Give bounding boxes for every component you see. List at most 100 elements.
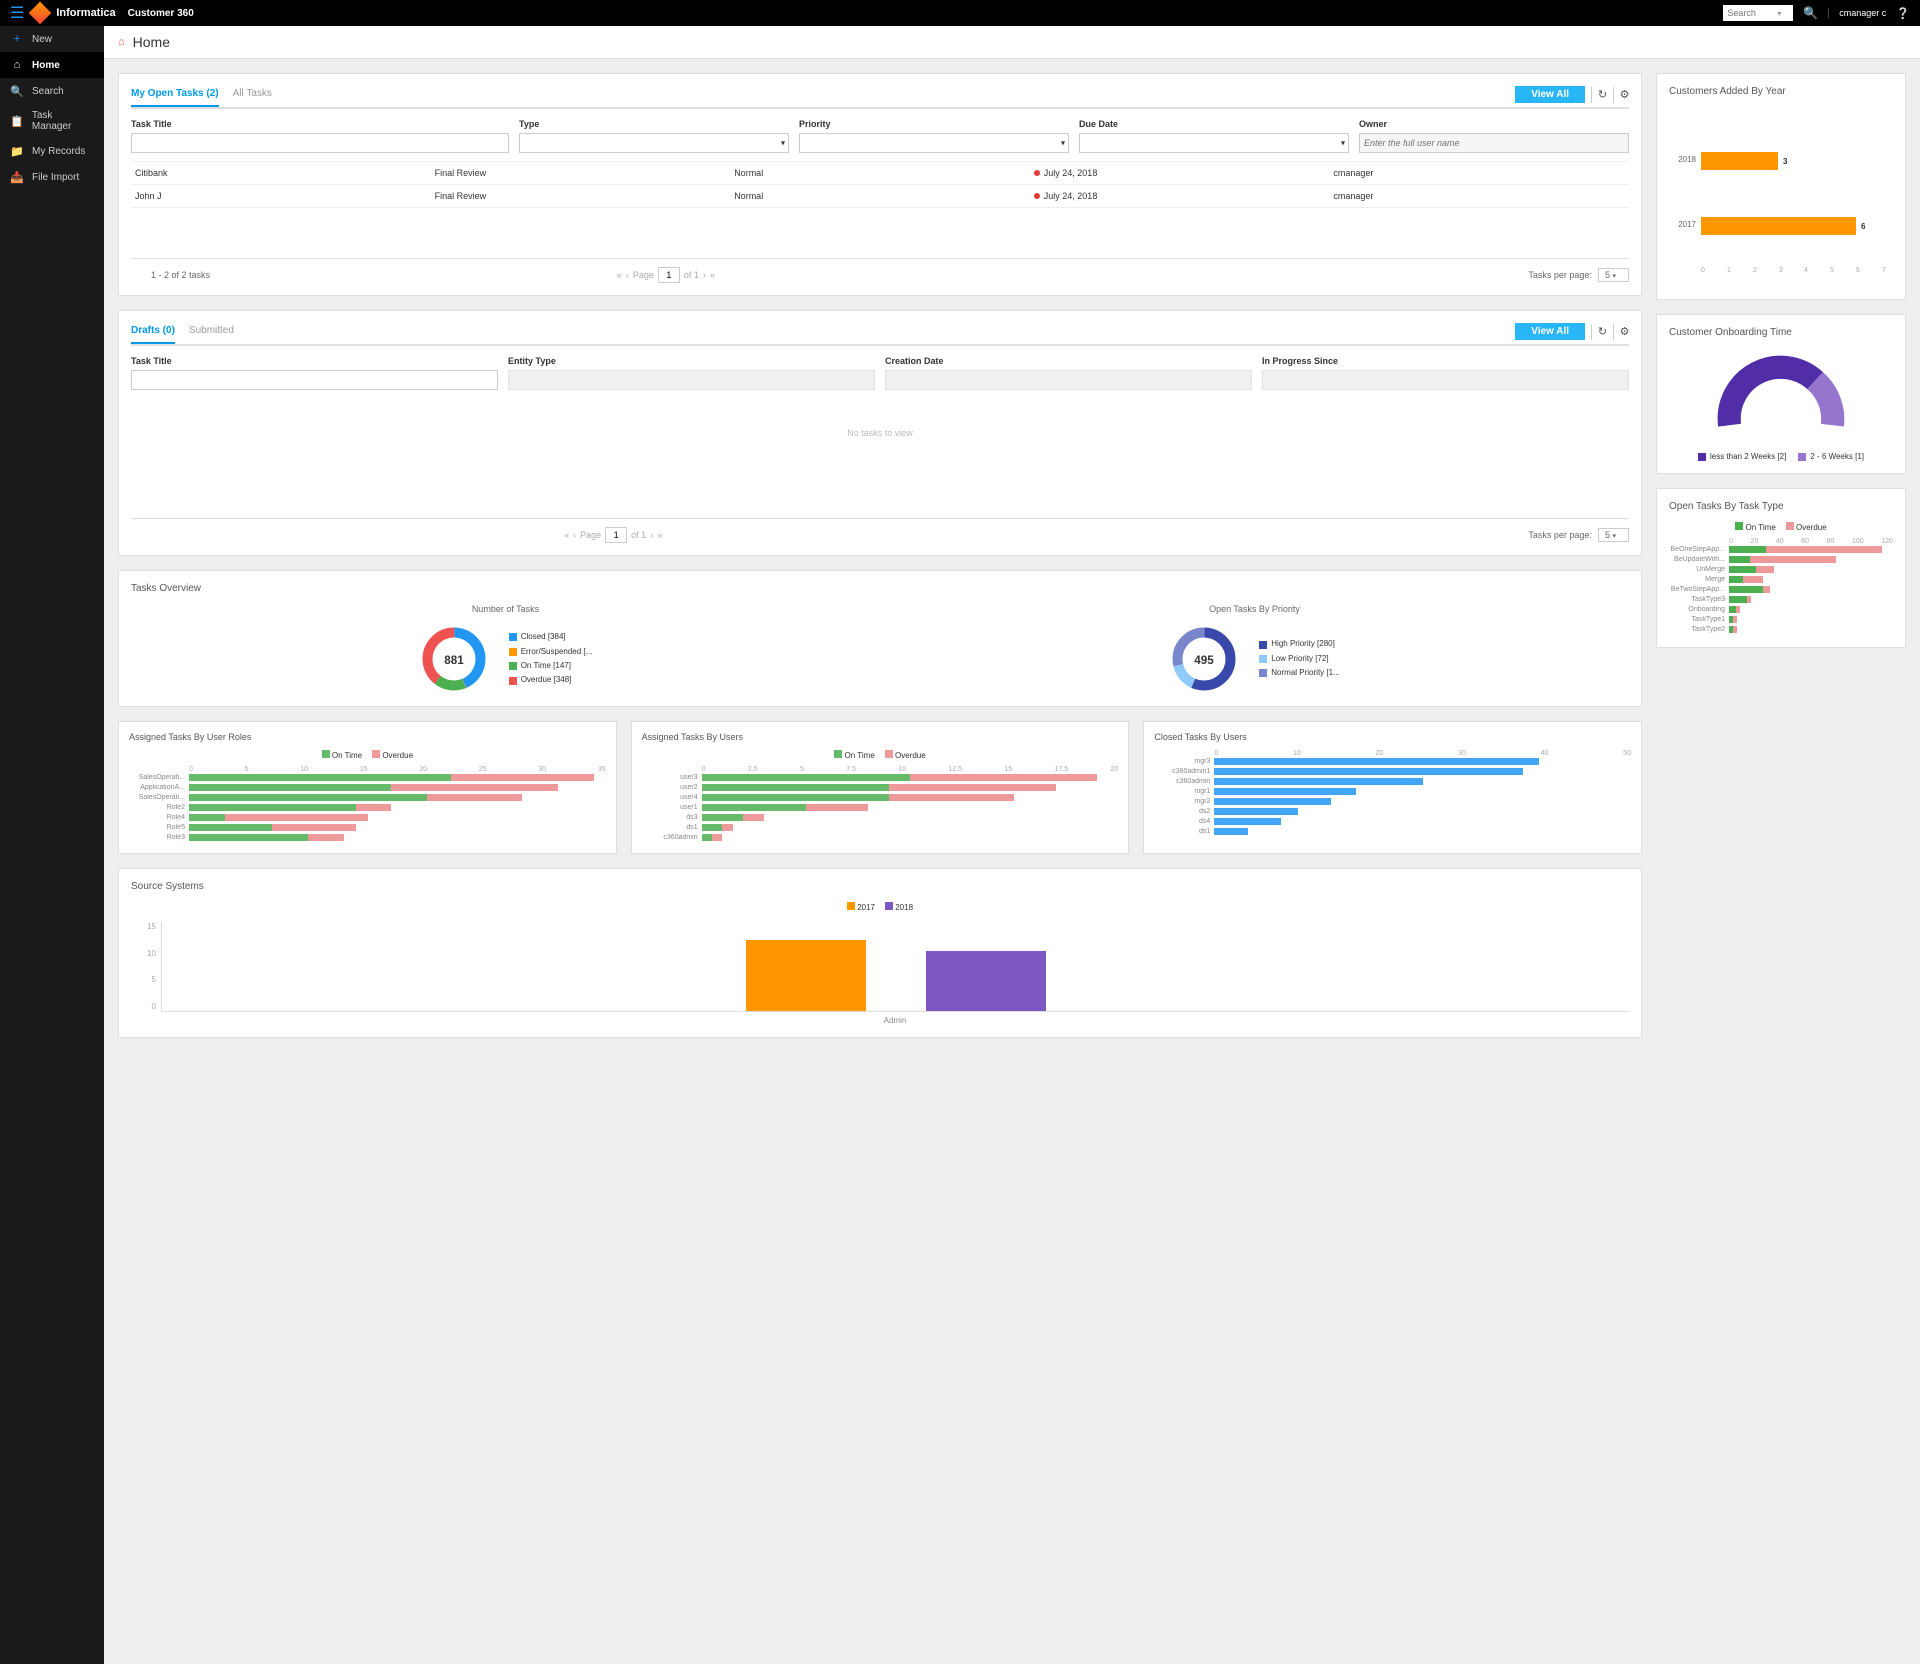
- sidebar-item-new[interactable]: +New: [0, 26, 104, 52]
- clipboard-icon: 📋: [10, 114, 24, 128]
- cell-priority: Normal: [730, 162, 1030, 185]
- user-label[interactable]: cmanager c: [1828, 8, 1886, 18]
- tab-submitted[interactable]: Submitted: [189, 325, 234, 342]
- filter-box: [508, 370, 875, 390]
- legend: Closed [384]Error/Suspended [...On Time …: [509, 630, 593, 688]
- col-creation: Creation Date: [885, 356, 1252, 366]
- x-axis-label: Admin: [161, 1016, 1629, 1025]
- chevron-down-icon: ▾: [1612, 273, 1616, 280]
- col-title: Task Title: [131, 119, 509, 129]
- refresh-icon[interactable]: ↻: [1591, 324, 1607, 340]
- per-page-select[interactable]: 5 ▾: [1598, 268, 1629, 282]
- search-box[interactable]: ▾: [1723, 5, 1793, 21]
- open-by-type-panel: Open Tasks By Task Type On Time Overdue …: [1656, 488, 1906, 648]
- legend: On Time Overdue: [129, 750, 606, 760]
- sidebar-label: My Records: [32, 146, 85, 157]
- sidebar-item-file-import[interactable]: 📥File Import: [0, 164, 104, 190]
- chevron-down-icon[interactable]: ▾: [1777, 9, 1781, 18]
- gear-icon[interactable]: ⚙: [1613, 324, 1629, 340]
- home-icon: ⌂: [118, 36, 125, 48]
- overview-panel: Tasks Overview Number of Tasks 881: [118, 570, 1642, 707]
- col-owner: Owner: [1359, 119, 1629, 129]
- sidebar-label: New: [32, 34, 52, 45]
- filter-due-select[interactable]: [1079, 133, 1349, 153]
- col-progress: In Progress Since: [1262, 356, 1629, 366]
- cell-type: Final Review: [431, 162, 731, 185]
- assigned-roles-panel: Assigned Tasks By User Roles On Time Ove…: [118, 721, 617, 854]
- of-label: of 1: [631, 530, 646, 540]
- last-page-icon[interactable]: »: [710, 270, 715, 280]
- chart-title: Open Tasks By Priority: [880, 604, 1629, 614]
- tab-my-open-tasks[interactable]: My Open Tasks (2): [131, 88, 219, 107]
- search-icon: 🔍: [10, 84, 24, 98]
- svg-text:3: 3: [1779, 267, 1783, 274]
- tab-drafts[interactable]: Drafts (0): [131, 325, 175, 344]
- brand: Informatica: [56, 7, 115, 19]
- next-page-icon[interactable]: ›: [703, 270, 706, 280]
- legend: High Priority [280]Low Priority [72]Norm…: [1259, 637, 1339, 680]
- sidebar-label: Home: [32, 60, 60, 71]
- col-due: Due Date: [1079, 119, 1349, 129]
- view-all-button[interactable]: View All: [1515, 86, 1585, 103]
- svg-text:1: 1: [1727, 267, 1731, 274]
- table-row[interactable]: John J Final Review Normal July 24, 2018…: [131, 185, 1629, 208]
- help-icon[interactable]: ❔: [1896, 7, 1910, 20]
- menu-icon[interactable]: ☰: [10, 3, 24, 23]
- tab-all-tasks[interactable]: All Tasks: [233, 88, 272, 105]
- panel-title: Assigned Tasks By Users: [642, 732, 1119, 742]
- sidebar-item-task-manager[interactable]: 📋Task Manager: [0, 104, 104, 138]
- svg-text:2017: 2017: [1678, 220, 1696, 229]
- chevron-down-icon: ▾: [1612, 533, 1616, 540]
- of-label: of 1: [684, 270, 699, 280]
- svg-text:4: 4: [1804, 267, 1808, 274]
- search-icon[interactable]: 🔍: [1803, 6, 1818, 20]
- per-page-label: Tasks per page:: [1528, 270, 1592, 280]
- donut-chart-priority: 495: [1169, 624, 1239, 694]
- pager: « ‹ Page of 1 › »: [564, 527, 662, 543]
- page-input[interactable]: [605, 527, 627, 543]
- page-label: Page: [633, 270, 654, 280]
- filter-title-input[interactable]: [131, 133, 509, 153]
- panel-title: Closed Tasks By Users: [1154, 732, 1631, 742]
- panel-title: Tasks Overview: [131, 583, 1629, 594]
- search-input[interactable]: [1727, 8, 1777, 18]
- filter-box: [1262, 370, 1629, 390]
- prev-page-icon[interactable]: ‹: [626, 270, 629, 280]
- panel-title: Customer Onboarding Time: [1669, 327, 1893, 338]
- topbar: ☰ Informatica Customer 360 ▾ 🔍 cmanager …: [0, 0, 1920, 26]
- filter-box[interactable]: [131, 370, 498, 390]
- cell-owner: cmanager: [1329, 185, 1629, 208]
- logo: [29, 2, 52, 25]
- filter-type-select[interactable]: [519, 133, 789, 153]
- view-all-button[interactable]: View All: [1515, 323, 1585, 340]
- cell-owner: cmanager: [1329, 162, 1629, 185]
- empty-state: No tasks to view: [131, 398, 1629, 518]
- sidebar: +New ⌂Home 🔍Search 📋Task Manager 📁My Rec…: [0, 26, 104, 1664]
- sidebar-item-home[interactable]: ⌂Home: [0, 52, 104, 78]
- prev-page-icon[interactable]: ‹: [573, 530, 576, 540]
- gear-icon[interactable]: ⚙: [1613, 87, 1629, 103]
- source-systems-panel: Source Systems 2017 2018 151050 Admin: [118, 868, 1642, 1038]
- assigned-users-panel: Assigned Tasks By Users On Time Overdue …: [631, 721, 1130, 854]
- per-page-select[interactable]: 5 ▾: [1598, 528, 1629, 542]
- col-entity: Entity Type: [508, 356, 875, 366]
- sidebar-item-search[interactable]: 🔍Search: [0, 78, 104, 104]
- filter-priority-select[interactable]: [799, 133, 1069, 153]
- last-page-icon[interactable]: »: [657, 530, 662, 540]
- svg-text:6: 6: [1861, 222, 1866, 231]
- closed-users-panel: Closed Tasks By Users 01020304050 mgr3c3…: [1143, 721, 1642, 854]
- panel-title: Source Systems: [131, 881, 1629, 892]
- svg-text:5: 5: [1830, 267, 1834, 274]
- overdue-dot-icon: [1034, 170, 1040, 176]
- first-page-icon[interactable]: «: [617, 270, 622, 280]
- hbar-chart: SalesOperati...ApplicationA...SalesOpera…: [129, 773, 606, 842]
- page-input[interactable]: [658, 267, 680, 283]
- table-row[interactable]: Citibank Final Review Normal July 24, 20…: [131, 162, 1629, 185]
- svg-text:7: 7: [1882, 267, 1886, 274]
- filter-owner-input[interactable]: [1359, 133, 1629, 153]
- next-page-icon[interactable]: ›: [650, 530, 653, 540]
- sidebar-item-my-records[interactable]: 📁My Records: [0, 138, 104, 164]
- first-page-icon[interactable]: «: [564, 530, 569, 540]
- legend: On Time Overdue: [642, 750, 1119, 760]
- refresh-icon[interactable]: ↻: [1591, 87, 1607, 103]
